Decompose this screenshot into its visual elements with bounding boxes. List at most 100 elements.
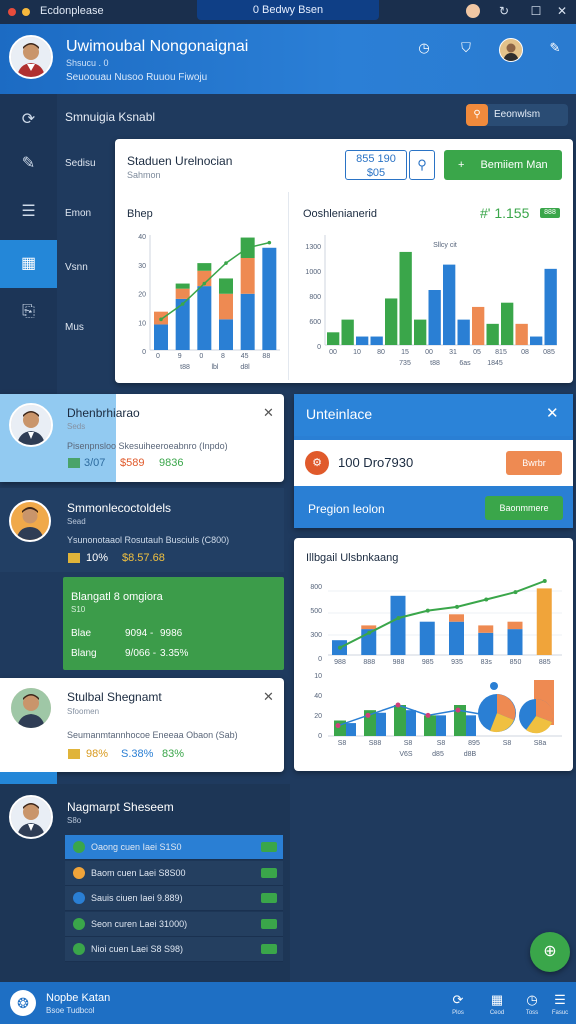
x-tick-label: 80	[377, 349, 385, 356]
search-icon: ⚲	[466, 104, 488, 126]
bar	[394, 705, 406, 736]
avatar[interactable]	[9, 403, 53, 447]
y-tick-label: 0	[142, 349, 146, 356]
stat-value: 83%	[162, 748, 185, 760]
bar	[501, 302, 514, 345]
footer-icon-label: Ceod	[489, 1010, 505, 1016]
user-avatar[interactable]	[499, 38, 523, 62]
wrench-icon[interactable]: ✎	[545, 38, 565, 58]
refresh-icon[interactable]: ↻	[496, 4, 512, 18]
grid-icon[interactable]: ▦	[488, 992, 506, 1008]
bar	[472, 306, 485, 345]
y-tick-label: 1000	[305, 269, 321, 276]
app-name: Ecdonplease	[40, 5, 104, 17]
bar	[436, 715, 446, 736]
sidebar-item-label: Emon	[65, 208, 92, 219]
shield-icon[interactable]: ⛉	[456, 38, 476, 58]
close-icon[interactable]: ✕	[263, 405, 274, 421]
line-point	[455, 707, 461, 713]
bar	[219, 278, 233, 294]
x-tick-label: S88	[369, 740, 382, 747]
sync-icon[interactable]: ⟳	[449, 992, 467, 1008]
add-button[interactable]: + Bemiiem Man	[444, 150, 562, 180]
clock-icon[interactable]: ◷	[414, 38, 434, 58]
bar	[530, 336, 543, 345]
clipboard-icon[interactable]: ⎘	[0, 288, 57, 336]
maximize-icon[interactable]: ☐	[528, 4, 544, 18]
x-tick-label: 08	[521, 349, 529, 356]
close-icon[interactable]: ✕	[263, 689, 274, 705]
minimize-window-dot[interactable]	[22, 8, 30, 16]
active-tab[interactable]: 0 Bedwy Bsen	[197, 0, 379, 20]
chart-title: Illbgail Ulsbnkaang	[306, 552, 399, 564]
list-item[interactable]: Oaong cuen Iaei S1S0	[65, 835, 283, 860]
x-tick-label: S8	[404, 740, 413, 747]
line-point	[365, 712, 371, 718]
list-item-text: Seon curen Laei 31000)	[91, 918, 188, 929]
list-subtitle: S8o	[67, 816, 82, 825]
x-tick-label: 895	[468, 740, 480, 747]
bar	[414, 319, 427, 345]
card-desc: Seumanmtannhocoe Eneeaa Obaon (Sab)	[67, 730, 238, 740]
list-item[interactable]: Nioi cuen Laei S8 S98)	[65, 937, 283, 962]
sidebar-item-label: Mus	[65, 322, 84, 333]
avatar[interactable]	[9, 795, 53, 839]
x-caption: lbl	[211, 364, 218, 371]
avatar[interactable]	[9, 35, 53, 79]
x-tick-label: S8a	[534, 740, 547, 747]
metric-value: #' 1.155	[480, 205, 530, 221]
sidebar-item-label: Vsnn	[65, 262, 88, 273]
chart-note: Sllcy cit	[433, 242, 457, 249]
x-caption: d8B	[464, 751, 477, 758]
list-item[interactable]: Sauis ciuen Iaei 9.889)	[65, 886, 283, 911]
list-item[interactable]: Seon curen Laei 31000)	[65, 911, 283, 937]
time-icon[interactable]: ◷	[523, 992, 541, 1008]
info-footer-button[interactable]: Baonmmere	[485, 496, 563, 520]
marker	[490, 682, 498, 690]
sidebar-item-label: Sedisu	[65, 158, 96, 169]
globe-icon[interactable]: ❂	[10, 990, 36, 1016]
bar	[356, 336, 369, 345]
close-icon[interactable]: ✕	[554, 4, 570, 18]
chart-title: Ooshlenianerid	[303, 208, 377, 220]
bar	[385, 298, 398, 345]
refresh-icon[interactable]: ⟳	[0, 96, 57, 144]
status-tag	[261, 893, 277, 903]
x-tick-label: 988	[334, 659, 346, 665]
bar	[197, 263, 212, 271]
line-point	[425, 608, 430, 613]
bar	[536, 588, 552, 655]
x-caption: 735	[399, 360, 411, 367]
panel-row-value: 9986	[160, 628, 183, 639]
info-action-button[interactable]: Bwrbr	[506, 451, 562, 475]
list-item[interactable]: Baom cuen Laei S8S00	[65, 860, 283, 886]
add-fab-button[interactable]: ⊕	[530, 932, 570, 972]
line-point	[484, 597, 489, 602]
y-tick-label: 30	[138, 263, 146, 270]
line-point	[513, 590, 518, 595]
card-name: Dhenbrhiarao	[67, 406, 140, 420]
y-tick-label: 0	[318, 656, 322, 663]
document-icon[interactable]: ☰	[0, 188, 57, 236]
avatar[interactable]	[9, 686, 53, 730]
plus-icon: +	[458, 159, 465, 171]
close-icon[interactable]: ✕	[546, 404, 559, 422]
panel-title: Blangatl 8 omgiora	[71, 591, 163, 603]
info-footer-text: Pregion leolon	[308, 502, 385, 516]
card-sub: Seds	[67, 422, 86, 431]
y-tick-label: 800	[310, 584, 322, 591]
search-input[interactable]: 855 190 $05	[345, 150, 407, 180]
line-point	[245, 245, 250, 250]
edit-icon[interactable]: ✎	[0, 140, 57, 188]
line-point	[202, 281, 207, 286]
search-icon[interactable]: ⚲	[409, 150, 435, 180]
profile-icon[interactable]	[466, 4, 480, 18]
x-tick-label: 815	[495, 349, 507, 356]
avatar[interactable]	[9, 500, 51, 542]
close-window-dot[interactable]	[8, 8, 16, 16]
chart-icon[interactable]: ▦	[0, 240, 57, 288]
list-icon[interactable]: ☰	[551, 992, 569, 1008]
card-name: Smmonlecoctoldels	[67, 501, 172, 515]
list-item-text: Sauis ciuen Iaei 9.889)	[91, 893, 183, 903]
x-tick-label: 8	[221, 353, 225, 360]
